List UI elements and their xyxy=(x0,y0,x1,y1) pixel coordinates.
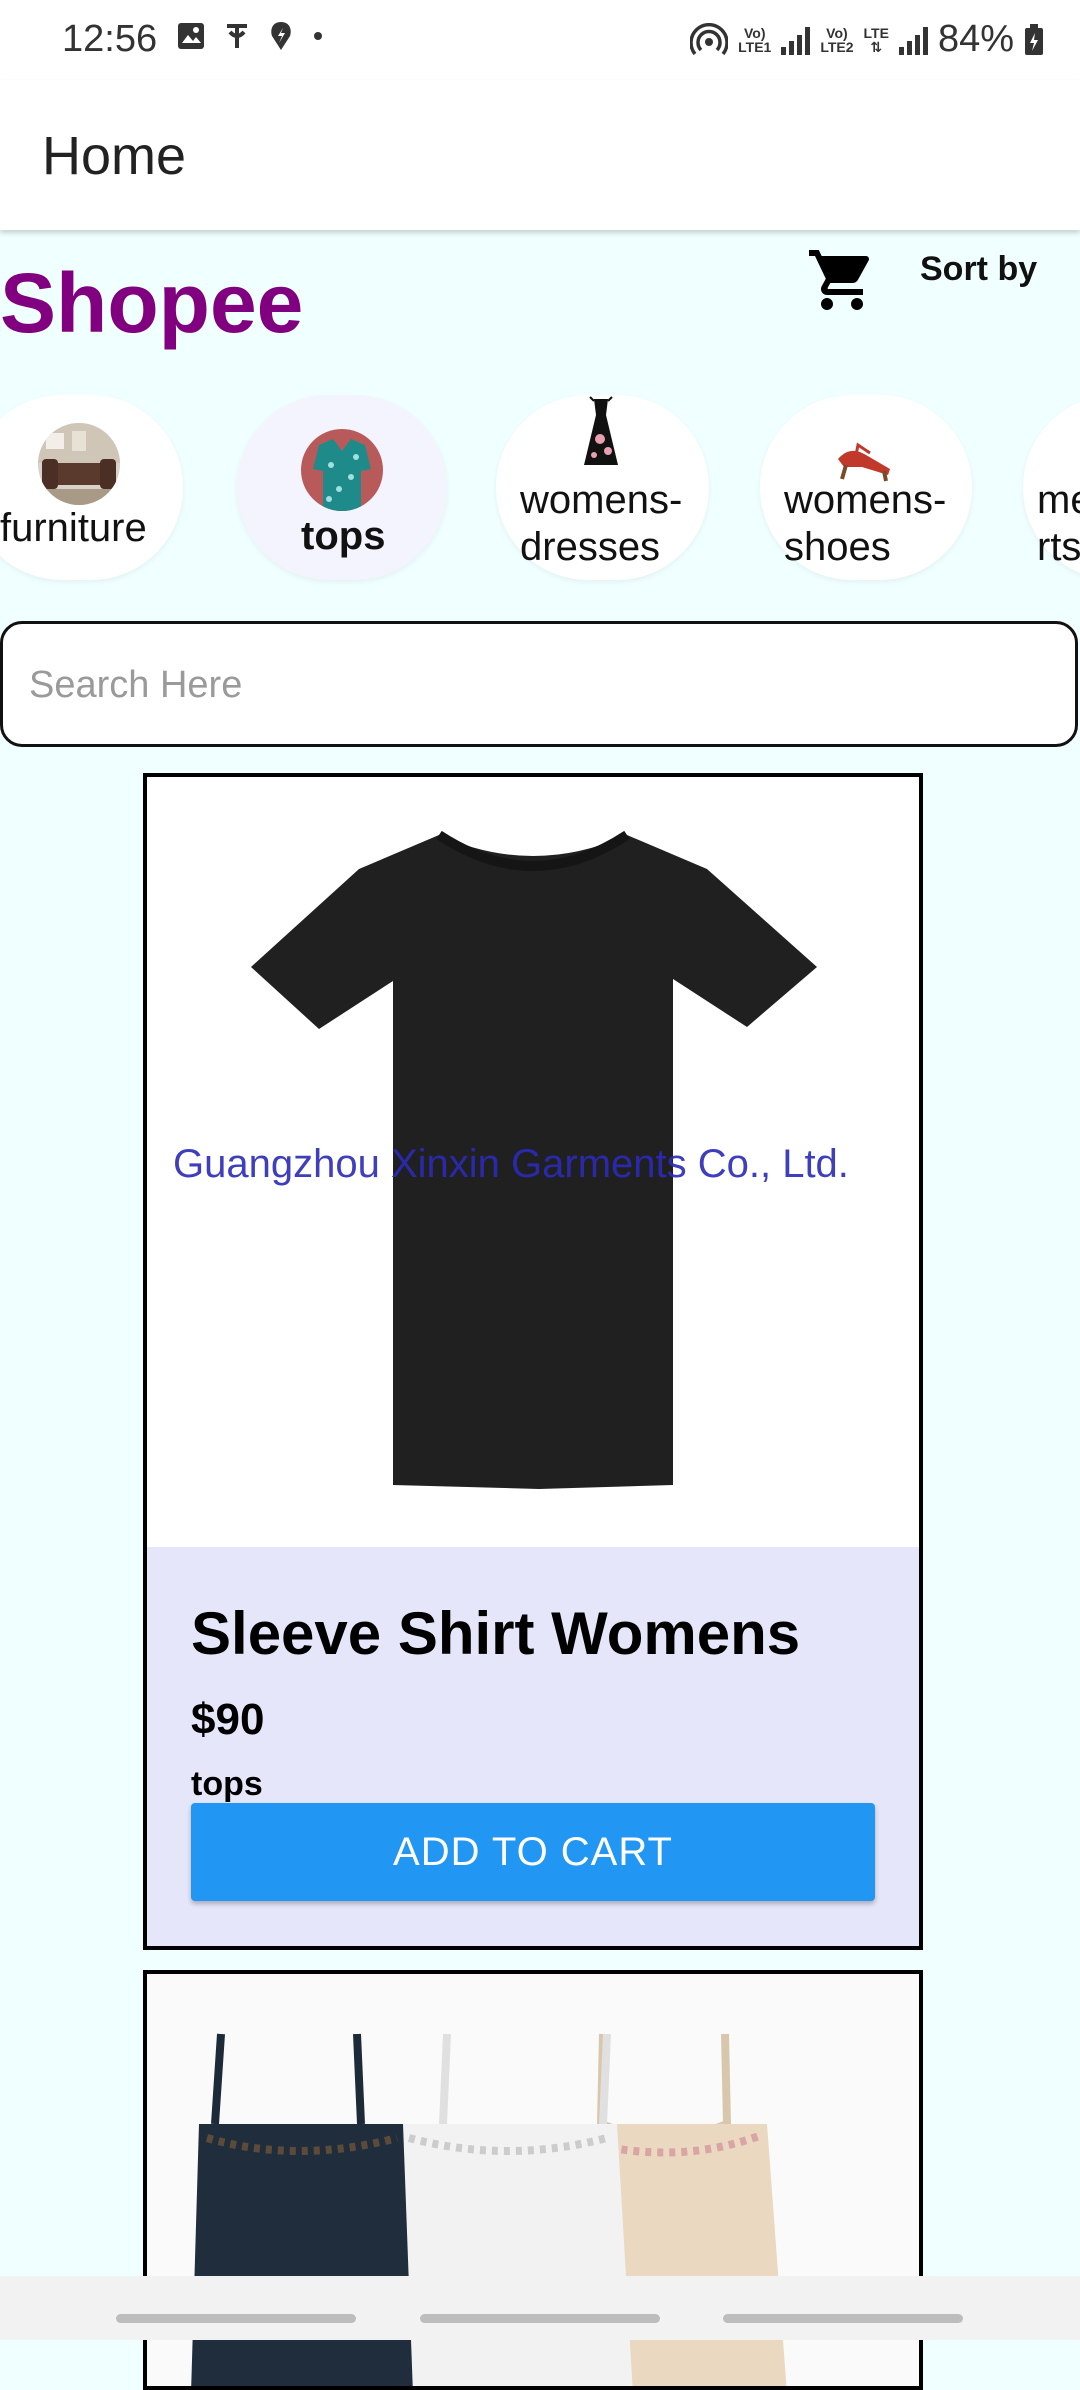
search-box[interactable] xyxy=(0,621,1078,747)
product-price: $90 xyxy=(191,1695,265,1744)
category-womens-shoes[interactable]: womens- shoes xyxy=(760,395,972,580)
category-label-line1: womens- xyxy=(784,478,947,522)
product-info: Sleeve Shirt Womens $90 tops ADD TO CART xyxy=(147,1547,919,1946)
system-navigation-bar xyxy=(0,2276,1080,2340)
brand-title: Shopee xyxy=(0,256,304,350)
category-label: furniture xyxy=(0,506,147,550)
volte-lte2-badge: Vo) LTE2 xyxy=(820,24,854,55)
furniture-thumbnail xyxy=(38,423,120,505)
payment-app-icon xyxy=(227,24,247,48)
battery-percent: 84% xyxy=(937,18,1014,60)
image-icon xyxy=(178,23,204,49)
hotspot-icon xyxy=(690,22,729,55)
nav-home-button[interactable] xyxy=(420,2314,660,2323)
sort-by-button[interactable]: Sort by xyxy=(920,250,1037,289)
category-label-line1: me xyxy=(1037,478,1080,522)
product-watermark: Guangzhou Xinxin Garments Co., Ltd. xyxy=(173,1142,849,1186)
search-input[interactable] xyxy=(27,654,1031,716)
product-card[interactable]: Guangzhou Xinxin Garments Co., Ltd. Slee… xyxy=(143,773,923,1950)
status-bar: 12:56 Vo) LTE1 Vo) LTE2 LTE ⇅ 84% xyxy=(0,0,1080,80)
product-name: Sleeve Shirt Womens xyxy=(191,1600,801,1667)
category-list: furniture tops womens- dresses womens- s… xyxy=(0,395,1080,595)
product-photo: Guangzhou Xinxin Garments Co., Ltd. xyxy=(147,777,919,1547)
dress-thumbnail xyxy=(584,396,618,465)
category-label-line2: rts xyxy=(1037,525,1080,569)
category-label-line1: womens- xyxy=(520,478,683,522)
category-furniture[interactable]: furniture xyxy=(0,395,183,580)
cart-button[interactable] xyxy=(806,244,878,316)
tops-thumbnail xyxy=(301,429,383,511)
category-partial[interactable]: me rts xyxy=(1023,395,1080,580)
signal-strength-icon xyxy=(781,25,811,55)
lte-data-icon: LTE ⇅ xyxy=(863,24,889,55)
app-bar-title: Home xyxy=(42,126,187,186)
location-app-icon xyxy=(271,22,291,50)
add-to-cart-button[interactable]: ADD TO CART xyxy=(191,1803,875,1901)
category-womens-dresses[interactable]: womens- dresses xyxy=(496,395,709,580)
nav-recents-button[interactable] xyxy=(116,2314,356,2323)
dot-icon xyxy=(314,32,322,40)
status-time: 12:56 xyxy=(62,18,158,60)
volte-lte1-badge: Vo) LTE1 xyxy=(738,24,772,55)
nav-back-button[interactable] xyxy=(723,2314,963,2323)
product-category: tops xyxy=(191,1765,263,1803)
battery-charging-icon xyxy=(1025,23,1043,55)
category-label-line2: shoes xyxy=(784,525,891,569)
category-label-line2: dresses xyxy=(520,525,661,569)
app-bar: Home xyxy=(0,80,1080,230)
signal-strength-icon-2 xyxy=(898,25,928,55)
category-label: tops xyxy=(301,514,386,558)
category-tops[interactable]: tops xyxy=(237,395,447,580)
shopping-cart-icon xyxy=(809,250,870,310)
